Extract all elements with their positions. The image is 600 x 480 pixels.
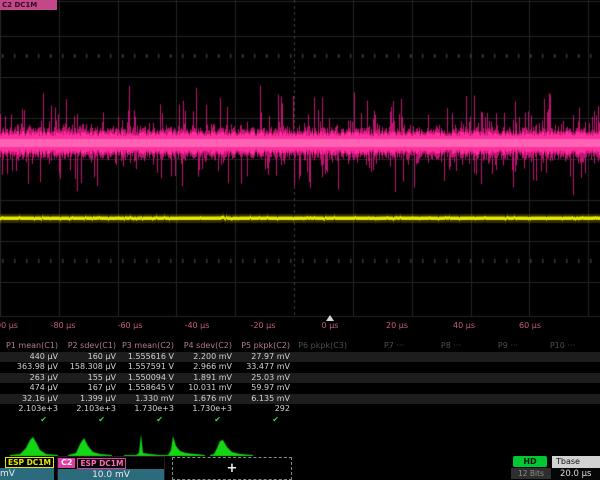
param-header-p8[interactable]: P8 ··· [404,341,461,352]
axis-tick-label: 20 µs [386,321,408,330]
value-cell: 474 µV [0,383,58,394]
value-cell: 158.308 µV [58,362,116,373]
status-check-icon: ✔ [58,415,116,426]
value-cell: 1.555616 V [116,352,174,363]
value-cell: 167 µV [58,383,116,394]
param-header-p3[interactable]: P3 mean(C2) [116,341,174,352]
value-cell: 363.98 µV [0,362,58,373]
value-cell: 292 [232,404,290,415]
value-cell: 27.97 mV [232,352,290,363]
value-cell: 6.135 mV [232,394,290,405]
value-cell: 2.200 mV [174,352,232,363]
table-row-num: 2.103e+3 2.103e+3 1.730e+3 1.730e+3 292 [0,404,600,415]
axis-tick-label: -100 µs [0,321,18,330]
channel-descriptor-c1[interactable]: ESP DC1M 10.0 mV [0,456,54,480]
add-trace-button[interactable]: + [172,457,292,480]
status-check-icon: ✔ [0,415,58,426]
param-header-p6[interactable]: P6 pkpk(C3) [290,341,347,352]
value-cell: 440 µV [0,352,58,363]
c2-scale-value: 10.0 mV [58,469,164,480]
timebase-descriptor[interactable]: Tbase 20.0 µs [552,456,600,480]
value-cell: 160 µV [58,352,116,363]
axis-tick-label: 40 µs [453,321,475,330]
value-cell: 10.031 mV [174,383,232,394]
value-cell: 1.557591 V [116,362,174,373]
table-row-status: ✔ ✔ ✔ ✔ ✔ [0,415,600,426]
param-header-p4[interactable]: P4 sdev(C2) [174,341,232,352]
trigger-position-marker[interactable] [326,315,334,321]
timebase-title: Tbase [552,456,600,468]
value-cell: 1.730e+3 [174,404,232,415]
param-header-p11[interactable]: P11 [575,341,600,352]
value-cell: 1.550094 V [116,373,174,384]
status-check-icon: ✔ [232,415,290,426]
measurement-table-header-row: P1 mean(C1) P2 sdev(C1) P3 mean(C2) P4 s… [0,341,600,352]
value-cell: 59.97 mV [232,383,290,394]
value-cell: 25.03 mV [232,373,290,384]
measurement-table: P1 mean(C1) P2 sdev(C1) P3 mean(C2) P4 s… [0,341,600,425]
value-cell: 1.330 mV [116,394,174,405]
param-header-p9[interactable]: P9 ··· [461,341,518,352]
value-cell: 2.103e+3 [0,404,58,415]
axis-tick-label: -40 µs [185,321,210,330]
channel-descriptor-c2[interactable]: C2 ESP DC1M 10.0 mV [57,456,165,480]
value-cell: 1.558645 V [116,383,174,394]
axis-tick-label: -60 µs [118,321,143,330]
timebase-value: 20.0 µs [552,468,600,480]
c1-coupling-label: ESP DC1M [5,457,54,468]
axis-tick-label: -80 µs [51,321,76,330]
axis-tick-label: -20 µs [251,321,276,330]
value-cell: 1.730e+3 [116,404,174,415]
status-check-icon: ✔ [116,415,174,426]
value-cell: 1.891 mV [174,373,232,384]
param-header-p1[interactable]: P1 mean(C1) [0,341,58,352]
table-row-min: 263 µV 155 µV 1.550094 V 1.891 mV 25.03 … [0,373,600,384]
hd-mode-badge[interactable]: HD [513,456,547,467]
value-cell: 32.16 µV [0,394,58,405]
value-cell: 1.399 µV [58,394,116,405]
table-row-value: 440 µV 160 µV 1.555616 V 2.200 mV 27.97 … [0,352,600,363]
status-check-icon: ✔ [174,415,232,426]
value-cell: 155 µV [58,373,116,384]
hd-bits-label: 12 Bits [511,468,551,479]
oscilloscope-screen: C2 DC1M -100 µs -80 µs -60 µs -40 µs -20… [0,0,600,480]
table-row-mean: 363.98 µV 158.308 µV 1.557591 V 2.966 mV… [0,362,600,373]
table-row-sdev: 32.16 µV 1.399 µV 1.330 mV 1.676 mV 6.13… [0,394,600,405]
value-cell: 2.103e+3 [58,404,116,415]
param-header-p5[interactable]: P5 pkpk(C2) [232,341,290,352]
param-header-p2[interactable]: P2 sdev(C1) [58,341,116,352]
trace-annotation-badge: C2 DC1M [0,0,57,10]
c2-coupling-label: ESP DC1M [77,458,126,469]
value-cell: 2.966 mV [174,362,232,373]
param-header-p7[interactable]: P7 ··· [347,341,404,352]
c2-channel-badge: C2 [58,458,75,468]
param-header-p10[interactable]: P10 ··· [518,341,575,352]
value-cell: 33.477 mV [232,362,290,373]
table-row-max: 474 µV 167 µV 1.558645 V 10.031 mV 59.97… [0,383,600,394]
axis-tick-label: 0 µs [322,321,339,330]
c1-scale-value: 10.0 mV [0,468,54,480]
value-cell: 1.676 mV [174,394,232,405]
axis-tick-label: 60 µs [519,321,541,330]
value-cell: 263 µV [0,373,58,384]
